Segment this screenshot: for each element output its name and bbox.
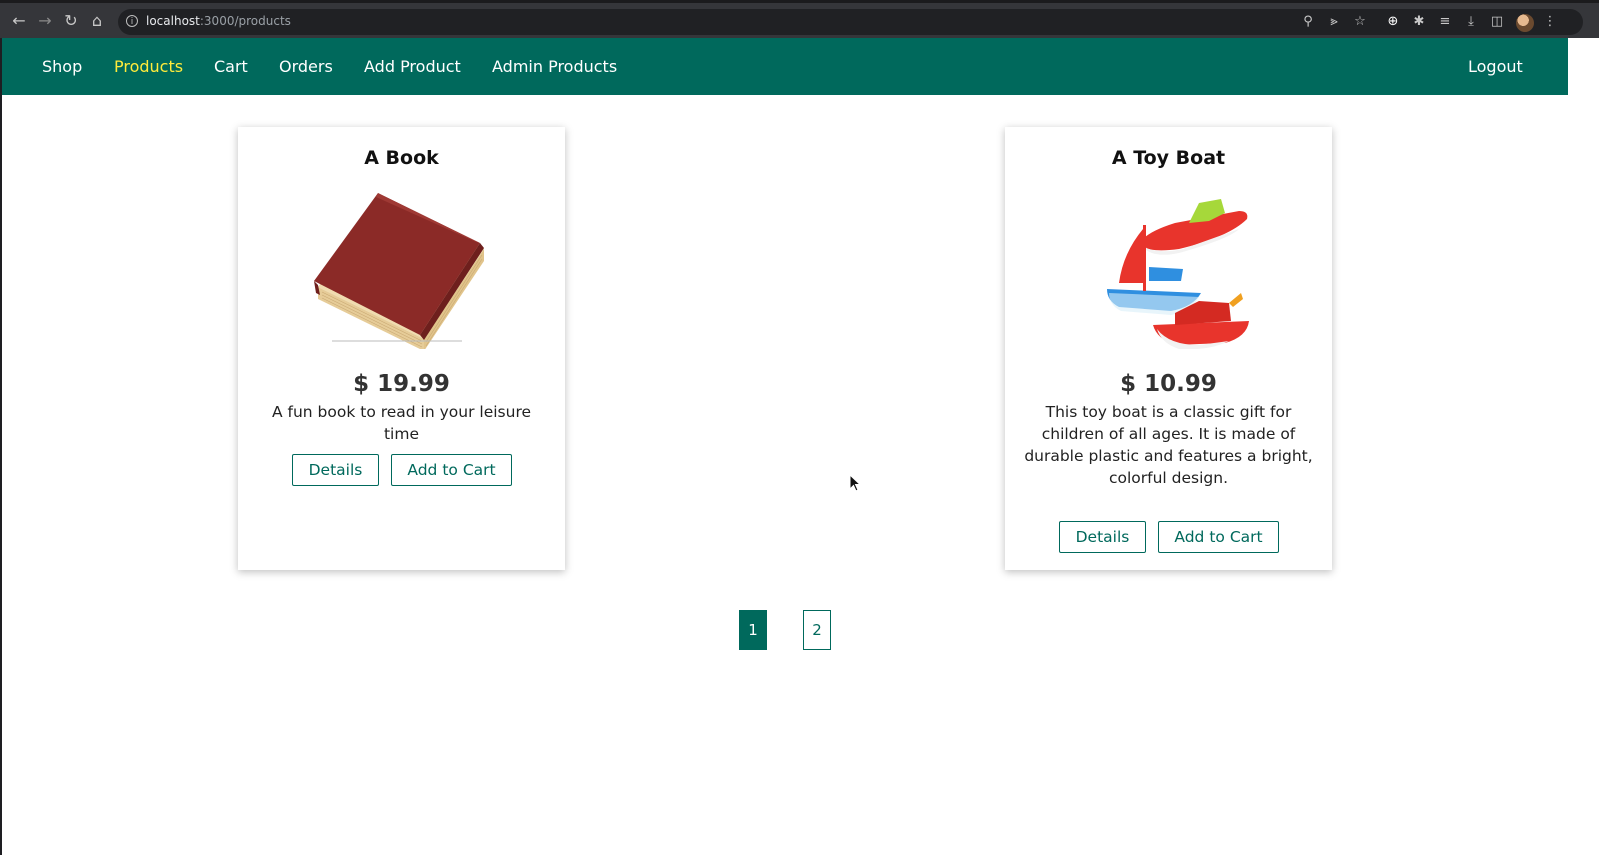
nav-item-cart[interactable]: Cart	[214, 57, 248, 76]
forward-icon[interactable]: →	[35, 11, 55, 31]
product-card: A Book $ 19.99 A fun book to read in you…	[238, 127, 565, 570]
url-path: :3000/products	[199, 14, 291, 28]
extensions-puzzle-icon[interactable]: ✱	[1410, 13, 1428, 31]
nav-item-products[interactable]: Products	[114, 57, 183, 76]
product-price: $ 19.99	[353, 371, 450, 397]
reload-icon[interactable]: ↻	[61, 11, 81, 31]
logout-link[interactable]: Logout	[1468, 57, 1523, 76]
product-price: $ 10.99	[1120, 371, 1217, 397]
mouse-cursor-icon	[849, 474, 862, 492]
nav-item-admin-products[interactable]: Admin Products	[492, 57, 617, 76]
product-description: This toy boat is a classic gift for chil…	[1024, 403, 1313, 487]
product-card: A Toy Boat $ 10.99 This toy boat is a cl…	[1005, 127, 1332, 570]
page-link-current[interactable]: 1	[739, 610, 767, 650]
url-host: localhost	[146, 14, 200, 28]
main-navigation: Shop Products Cart Orders Add Product Ad…	[2, 38, 1568, 95]
share-icon[interactable]: ⪢	[1325, 13, 1343, 31]
toy-boats-image	[1106, 199, 1249, 349]
nav-item-add-product[interactable]: Add Product	[364, 57, 461, 76]
book-image	[313, 193, 484, 349]
product-title: A Book	[364, 147, 439, 169]
details-button[interactable]: Details	[1059, 521, 1146, 553]
page-link[interactable]: 2	[803, 610, 831, 650]
address-url[interactable]: localhost:3000/products	[146, 14, 291, 28]
extension-plus-icon[interactable]: ⊕	[1384, 13, 1402, 31]
nav-item-shop[interactable]: Shop	[42, 57, 82, 76]
back-icon[interactable]: ←	[9, 11, 29, 31]
browser-toolbar: ← → ↻ ⌂ i localhost:3000/products ⚲ ⪢ ☆ …	[0, 0, 1599, 38]
details-button[interactable]: Details	[292, 454, 379, 486]
add-to-cart-button[interactable]: Add to Cart	[391, 454, 512, 486]
nav-item-orders[interactable]: Orders	[279, 57, 333, 76]
product-description: A fun book to read in your leisure time	[271, 403, 532, 443]
download-icon[interactable]: ⤓	[1462, 13, 1480, 31]
sidepanel-icon[interactable]: ◫	[1488, 13, 1506, 31]
home-icon[interactable]: ⌂	[87, 11, 107, 31]
zoom-icon[interactable]: ⚲	[1299, 13, 1317, 31]
add-to-cart-button[interactable]: Add to Cart	[1158, 521, 1279, 553]
bookmark-star-icon[interactable]: ☆	[1351, 13, 1369, 31]
profile-avatar[interactable]	[1516, 14, 1534, 32]
page-scroll-gutter	[1568, 38, 1599, 855]
menu-dots-icon[interactable]: ⋮	[1541, 13, 1559, 31]
info-icon[interactable]: i	[126, 15, 138, 27]
product-title: A Toy Boat	[1111, 147, 1226, 169]
page-content: Shop Products Cart Orders Add Product Ad…	[2, 38, 1568, 855]
media-control-icon[interactable]: ≡	[1436, 13, 1454, 31]
